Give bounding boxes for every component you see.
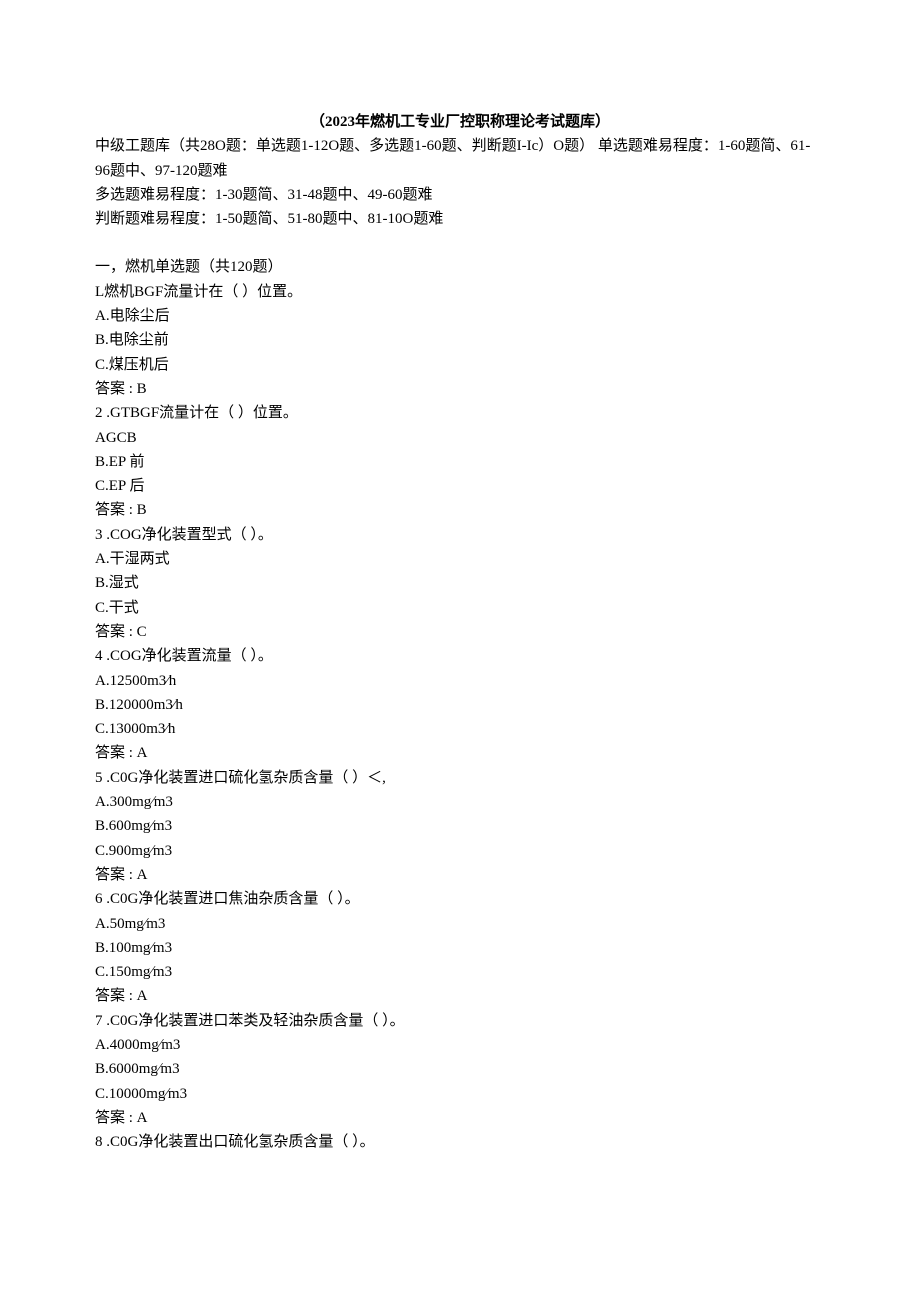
body-line: 7 .C0G净化装置进口苯类及轻油杂质含量（ ）。 (95, 1009, 825, 1033)
body-line: 答案 : A (95, 984, 825, 1008)
body-line: B.6000mg∕m3 (95, 1057, 825, 1081)
body-line: 5 .C0G净化装置进口硫化氢杂质含量（ ）＜, (95, 766, 825, 790)
body-line: C.煤压机后 (95, 353, 825, 377)
body-line: A.干湿两式 (95, 547, 825, 571)
body-line: B.EP 前 (95, 450, 825, 474)
body-line: C.干式 (95, 596, 825, 620)
body-line: 答案 : A (95, 1106, 825, 1130)
body-line: 4 .COG净化装置流量（ ）。 (95, 644, 825, 668)
body-line: A.300mg∕m3 (95, 790, 825, 814)
body-line: B.120000m3∕h (95, 693, 825, 717)
body-line: 3 .COG净化装置型式（ ）。 (95, 523, 825, 547)
body-line: C.13000m3∕h (95, 717, 825, 741)
body-line: B.600mg∕m3 (95, 814, 825, 838)
intro-line: 判断题难易程度：1-50题简、51-80题中、81-10O题难 (95, 207, 825, 231)
body-line: 答案 : B (95, 498, 825, 522)
body-line: C.10000mg∕m3 (95, 1082, 825, 1106)
body-line: A.12500m3∕h (95, 669, 825, 693)
body-line: 答案 : A (95, 741, 825, 765)
body-line: 2 .GTBGF流量计在（ ）位置。 (95, 401, 825, 425)
document-page: （2023年燃机工专业厂控职称理论考试题库） 中级工题库（共28O题：单选题1-… (0, 0, 920, 1194)
body-line: C.900mg∕m3 (95, 839, 825, 863)
body-line: A.50mg∕m3 (95, 912, 825, 936)
body-line: 答案 : A (95, 863, 825, 887)
body-line: B.电除尘前 (95, 328, 825, 352)
body-line: B.湿式 (95, 571, 825, 595)
body-line: 8 .C0G净化装置出口硫化氢杂质含量（ ）。 (95, 1130, 825, 1154)
body-line: AGCB (95, 426, 825, 450)
intro-line: 多选题难易程度：1-30题简、31-48题中、49-60题难 (95, 183, 825, 207)
document-title: （2023年燃机工专业厂控职称理论考试题库） (95, 110, 825, 134)
intro-line: 中级工题库（共28O题：单选题1-12O题、多选题1-60题、判断题I-Ic）O… (95, 134, 825, 183)
spacer (95, 231, 825, 255)
section-header: 一，燃机单选题（共120题） (95, 255, 825, 279)
body-line: 答案 : C (95, 620, 825, 644)
body-line: A.电除尘后 (95, 304, 825, 328)
body-line: C.150mg∕m3 (95, 960, 825, 984)
body-line: 6 .C0G净化装置进口焦油杂质含量（ ）。 (95, 887, 825, 911)
body-line: 答案 : B (95, 377, 825, 401)
body-line: L燃机BGF流量计在（ ）位置。 (95, 280, 825, 304)
body-line: C.EP 后 (95, 474, 825, 498)
body-line: B.100mg∕m3 (95, 936, 825, 960)
body-line: A.4000mg∕m3 (95, 1033, 825, 1057)
